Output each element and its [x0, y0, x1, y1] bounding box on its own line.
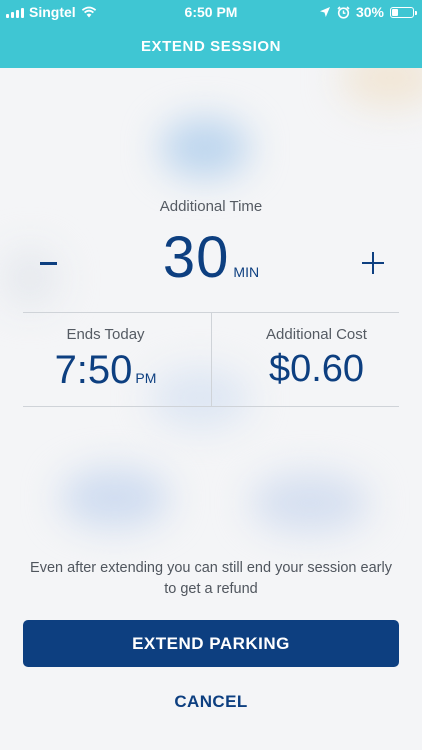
- extend-parking-button[interactable]: EXTEND PARKING: [23, 620, 399, 667]
- refund-note: Even after extending you can still end y…: [30, 560, 392, 597]
- location-arrow-icon: [319, 7, 330, 17]
- battery-icon: [390, 6, 417, 18]
- minutes-unit: MIN: [233, 264, 260, 280]
- battery-percent: 30%: [355, 4, 384, 20]
- cancel-button[interactable]: CANCEL: [0, 692, 422, 712]
- ends-value: 7:50 PM: [0, 348, 211, 393]
- additional-time-label: Additional Time: [159, 198, 263, 215]
- ends-time: 7:50: [54, 348, 133, 392]
- ends-ampm: PM: [135, 370, 157, 386]
- status-bar: Singtel 6:50 PM 30%: [0, 0, 422, 24]
- header-bar: Singtel 6:50 PM 30% EXTEND SESSION: [0, 0, 422, 68]
- alarm-icon: [337, 5, 350, 19]
- page-title: EXTEND SESSION: [140, 38, 282, 55]
- ends-label: Ends Today: [66, 326, 145, 343]
- cost-label: Additional Cost: [266, 326, 367, 343]
- cost-value: $0.60: [211, 348, 422, 391]
- minutes-number: 30: [162, 225, 230, 290]
- divider-bottom: [23, 406, 399, 407]
- cost-amount: $0.60: [268, 348, 365, 390]
- increase-time-button[interactable]: [353, 244, 393, 284]
